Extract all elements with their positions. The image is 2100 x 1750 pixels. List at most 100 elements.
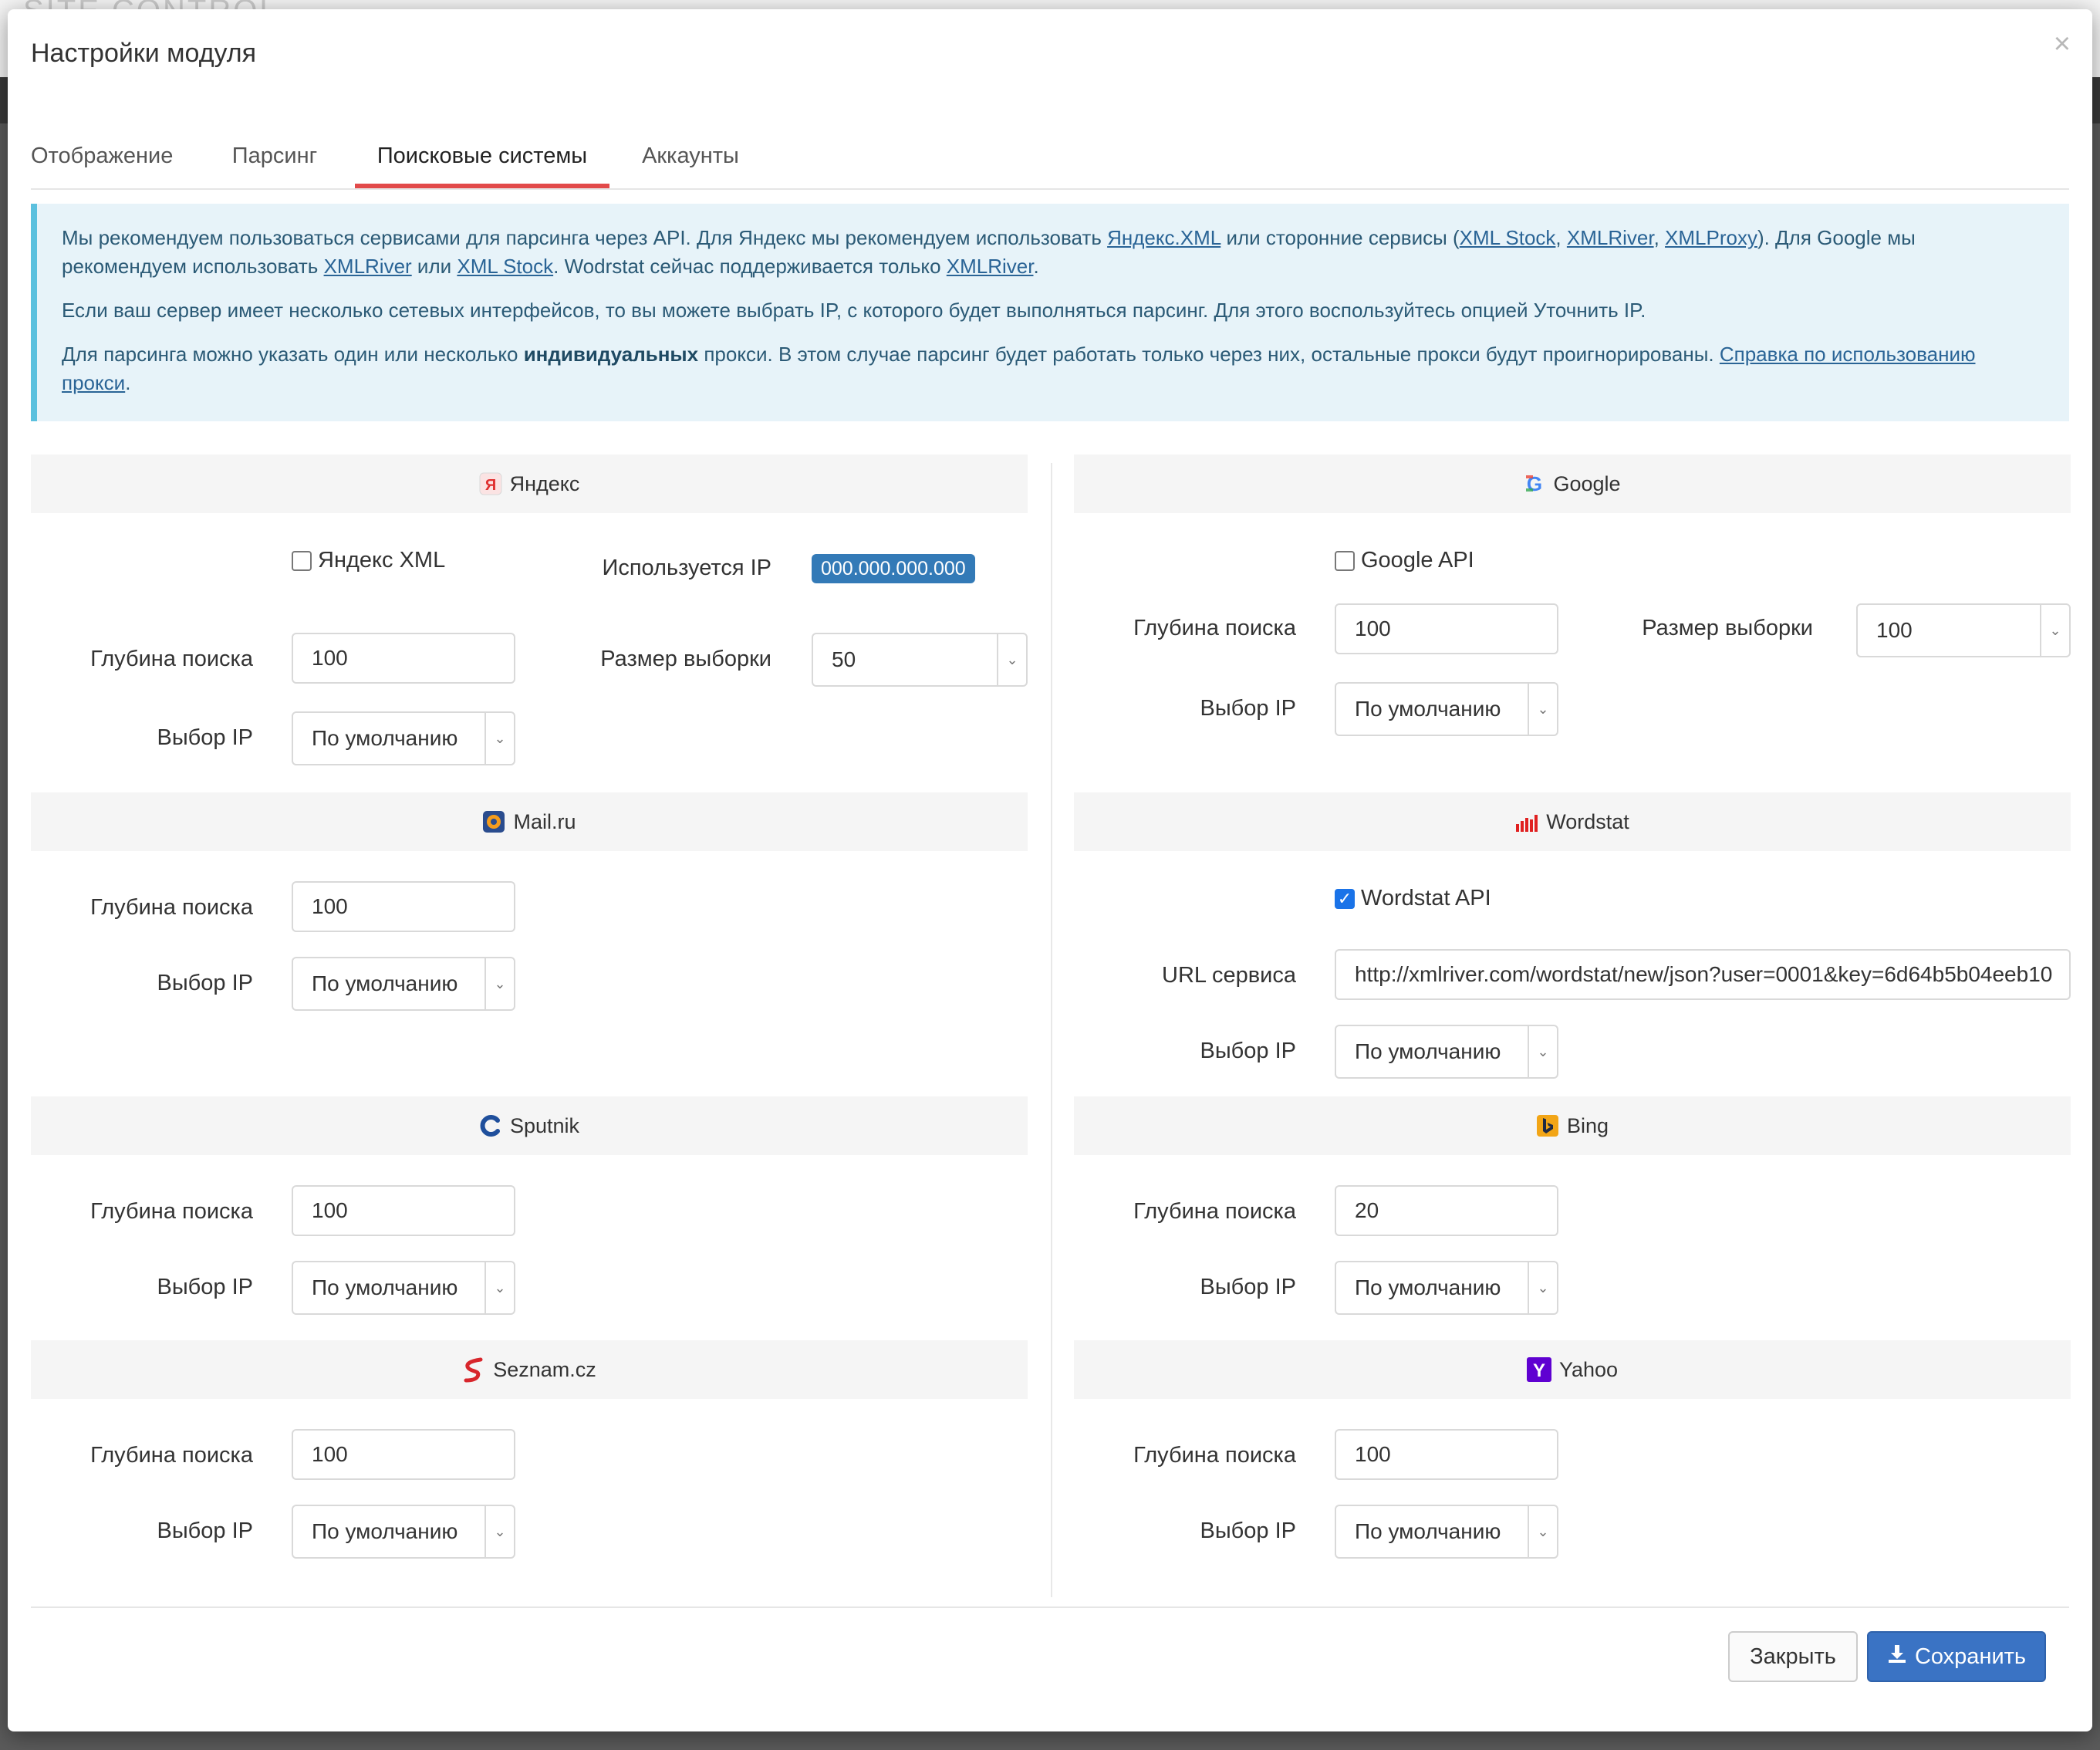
link-xmlriver-google[interactable]: XMLRiver: [324, 255, 412, 278]
section-header-mailru: Mail.ru: [31, 792, 1028, 851]
yandex-ip-select[interactable]: По умолчанию ⌄: [292, 711, 515, 765]
settings-modal: Настройки модуля × Отображение Парсинг П…: [8, 9, 2092, 1731]
mailru-ip-label: Выбор IP: [157, 971, 253, 995]
mailru-icon: [482, 810, 505, 833]
yahoo-icon: Y: [1526, 1357, 1551, 1382]
yandex-ip-label: Выбор IP: [157, 725, 253, 750]
alert-paragraph-proxy: Для парсинга можно указать один или неск…: [62, 343, 1976, 394]
section-header-google: G Google: [1074, 454, 2071, 513]
alert-paragraph-api: Мы рекомендуем пользоваться сервисами дл…: [62, 226, 1916, 278]
google-api-checkbox[interactable]: [1335, 551, 1355, 571]
link-xmlproxy[interactable]: XMLProxy: [1665, 226, 1757, 249]
google-ip-label: Выбор IP: [1200, 696, 1296, 721]
google-sample-size-label: Размер выборки: [1642, 616, 1813, 640]
tab-bar: Отображение Парсинг Поисковые системы Ак…: [31, 125, 2069, 190]
chevron-down-icon: ⌄: [1528, 1262, 1557, 1313]
mailru-ip-select[interactable]: По умолчанию ⌄: [292, 957, 515, 1011]
google-ip-select[interactable]: По умолчанию ⌄: [1335, 682, 1558, 736]
seznam-ip-select[interactable]: По умолчанию ⌄: [292, 1505, 515, 1559]
svg-text:Y: Y: [1533, 1360, 1545, 1381]
seznam-depth-input[interactable]: 100: [292, 1429, 515, 1480]
bing-depth-label: Глубина поиска: [1133, 1199, 1296, 1224]
google-sample-size-select[interactable]: 100 ⌄: [1856, 603, 2071, 657]
modal-title: Настройки модуля: [31, 39, 257, 68]
chevron-down-icon: ⌄: [484, 1262, 514, 1313]
wordstat-ip-label: Выбор IP: [1200, 1039, 1296, 1063]
bing-ip-select[interactable]: По умолчанию ⌄: [1335, 1261, 1558, 1315]
chevron-down-icon: ⌄: [2040, 605, 2069, 656]
section-title-bing: Bing: [1566, 1113, 1609, 1137]
section-header-yandex: Я Яндекс: [31, 454, 1028, 513]
sputnik-depth-input[interactable]: 100: [292, 1185, 515, 1236]
wordstat-url-label: URL сервиса: [1162, 963, 1296, 988]
yandex-depth-input[interactable]: 100: [292, 633, 515, 684]
sputnik-ip-select[interactable]: По умолчанию ⌄: [292, 1261, 515, 1315]
sputnik-depth-label: Глубина поиска: [90, 1199, 253, 1224]
yandex-sample-size-label: Размер выборки: [600, 647, 771, 671]
google-depth-input[interactable]: 100: [1335, 603, 1558, 654]
google-api-label: Google API: [1361, 548, 1474, 573]
wordstat-icon: [1515, 812, 1538, 832]
section-header-sputnik: Sputnik: [31, 1096, 1028, 1155]
chevron-down-icon: ⌄: [484, 1506, 514, 1557]
yandex-xml-checkbox[interactable]: [292, 551, 312, 571]
seznam-icon: [462, 1356, 485, 1383]
sputnik-ip-label: Выбор IP: [157, 1275, 253, 1299]
seznam-depth-label: Глубина поиска: [90, 1443, 253, 1468]
tab-parsing[interactable]: Парсинг: [225, 125, 324, 188]
bing-icon: [1536, 1114, 1559, 1137]
sputnik-icon: [479, 1114, 502, 1137]
alert-paragraph-ip: Если ваш сервер имеет несколько сетевых …: [62, 299, 1646, 322]
wordstat-api-checkbox[interactable]: ✓: [1335, 889, 1355, 909]
link-xml-stock[interactable]: XML Stock: [1460, 226, 1556, 249]
link-xmlriver[interactable]: XMLRiver: [1567, 226, 1654, 249]
mailru-depth-label: Глубина поиска: [90, 895, 253, 920]
column-divider: [1051, 463, 1052, 1597]
save-button[interactable]: Сохранить: [1867, 1631, 2046, 1682]
bing-ip-label: Выбор IP: [1200, 1275, 1296, 1299]
section-title-yandex: Яндекс: [509, 471, 580, 495]
yahoo-ip-select[interactable]: По умолчанию ⌄: [1335, 1505, 1558, 1559]
wordstat-api-label: Wordstat API: [1361, 886, 1491, 910]
google-icon: G: [1524, 473, 1545, 495]
chevron-down-icon: ⌄: [1528, 684, 1557, 735]
tab-search-engines[interactable]: Поисковые системы: [355, 125, 609, 188]
info-alert: Мы рекомендуем пользоваться сервисами дл…: [31, 204, 2069, 421]
close-icon[interactable]: ×: [2054, 28, 2071, 61]
yandex-used-ip-badge: 000.000.000.000: [812, 554, 975, 583]
yandex-used-ip-label: Используется IP: [602, 556, 772, 580]
wordstat-ip-select[interactable]: По умолчанию ⌄: [1335, 1025, 1558, 1079]
section-title-wordstat: Wordstat: [1546, 809, 1629, 833]
wordstat-url-input[interactable]: http://xmlriver.com/wordstat/new/json?us…: [1335, 949, 2071, 1000]
chevron-down-icon: ⌄: [484, 958, 514, 1009]
chevron-down-icon: ⌄: [1528, 1506, 1557, 1557]
mailru-depth-input[interactable]: 100: [292, 881, 515, 932]
tab-accounts[interactable]: Аккаунты: [633, 125, 748, 188]
bing-depth-input[interactable]: 20: [1335, 1185, 1558, 1236]
link-xml-stock-google[interactable]: XML Stock: [457, 255, 553, 278]
google-depth-label: Глубина поиска: [1133, 616, 1296, 640]
chevron-down-icon: ⌄: [997, 634, 1026, 685]
section-header-bing: Bing: [1074, 1096, 2071, 1155]
section-title-yahoo: Yahoo: [1558, 1357, 1619, 1381]
section-header-yahoo: Y Yahoo: [1074, 1340, 2071, 1399]
link-xmlriver-wordstat[interactable]: XMLRiver: [947, 255, 1034, 278]
yandex-sample-size-select[interactable]: 50 ⌄: [812, 633, 1028, 687]
yahoo-depth-input[interactable]: 100: [1335, 1429, 1558, 1480]
section-title-seznam: Seznam.cz: [493, 1357, 596, 1381]
chevron-down-icon: ⌄: [1528, 1026, 1557, 1077]
chevron-down-icon: ⌄: [484, 713, 514, 764]
svg-text:Я: Я: [484, 477, 495, 494]
tab-display[interactable]: Отображение: [31, 125, 173, 188]
section-header-seznam: Seznam.cz: [31, 1340, 1028, 1399]
yandex-depth-label: Глубина поиска: [90, 647, 253, 671]
link-yandex-xml[interactable]: Яндекс.XML: [1107, 226, 1220, 249]
section-header-wordstat: Wordstat: [1074, 792, 2071, 851]
section-title-sputnik: Sputnik: [509, 1113, 580, 1137]
section-title-google: Google: [1553, 471, 1621, 495]
section-title-mailru: Mail.ru: [513, 809, 576, 833]
seznam-ip-label: Выбор IP: [157, 1519, 253, 1543]
yahoo-ip-label: Выбор IP: [1200, 1519, 1296, 1543]
yandex-icon: Я: [479, 472, 502, 495]
close-button[interactable]: Закрыть: [1728, 1631, 1858, 1682]
